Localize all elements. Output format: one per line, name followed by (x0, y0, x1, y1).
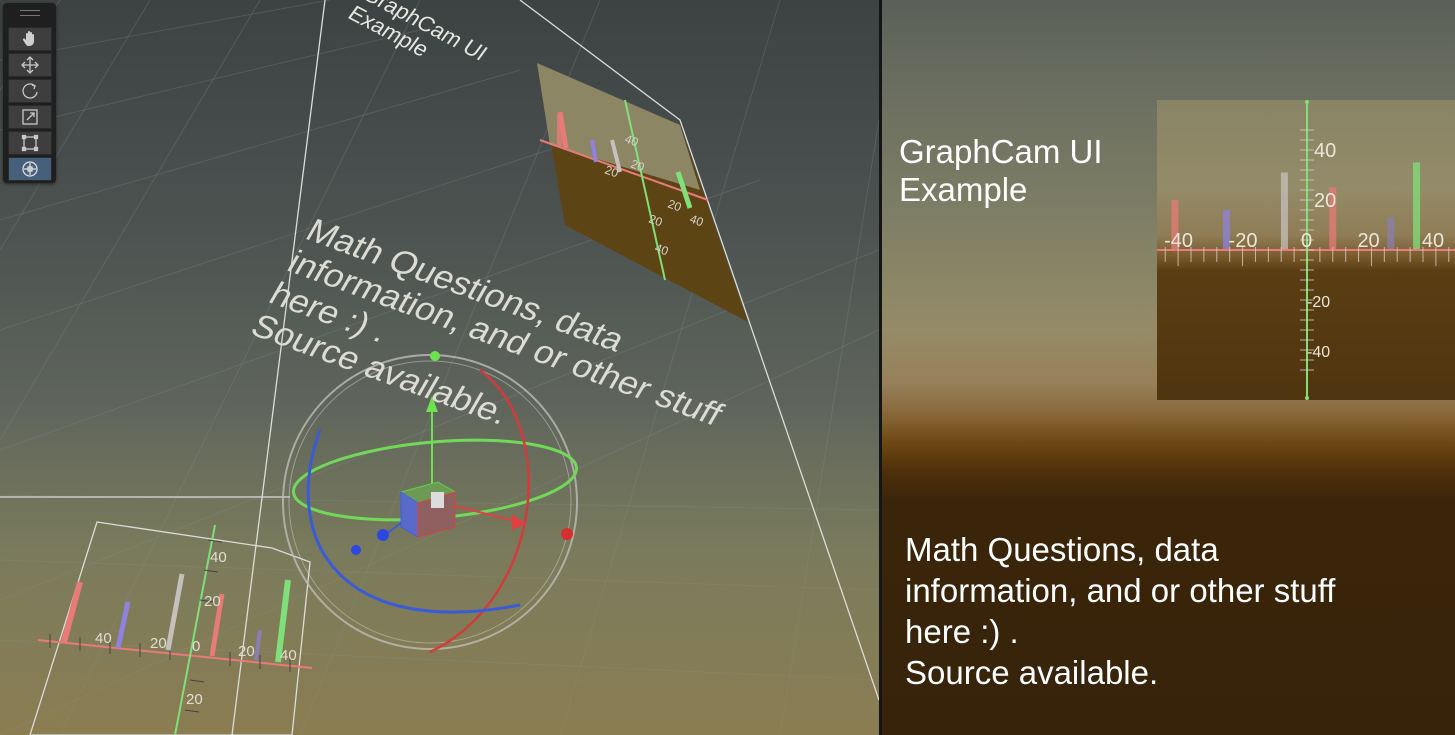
world-graph-tick: 20 (204, 593, 221, 610)
game-view: GraphCam UI Example -40 -20 0 20 40 40 20 -20 -4… (882, 0, 1455, 735)
hand-tool-button[interactable] (8, 27, 52, 51)
scene-view[interactable]: 40 20 20 20 40 20 40 40 20 40 20 0 20 40… (0, 0, 879, 735)
y-tick-label: 20 (1314, 190, 1336, 212)
world-graph-tick: 40 (95, 630, 112, 647)
chart-bar (1413, 162, 1421, 250)
world-graph-tick: 0 (192, 638, 200, 655)
y-tick-label: -40 (1307, 344, 1330, 361)
x-tick-label: 40 (1422, 230, 1444, 252)
move-arrows-icon (21, 56, 39, 74)
chart-bar (1387, 217, 1395, 250)
world-graph-tick: 20 (238, 643, 255, 660)
rect-tool-button[interactable] (8, 131, 52, 155)
graph-panel: -40 -20 0 20 40 40 20 -20 -40 (1157, 100, 1455, 400)
tool-palette (3, 3, 56, 183)
palette-grip-icon[interactable] (20, 10, 40, 16)
y-axis-cap (1305, 396, 1309, 400)
x-tick-label: -40 (1164, 230, 1193, 252)
bar-chart: -40 -20 0 20 404020-20-40 (1157, 100, 1455, 400)
transform-tool-button[interactable] (8, 157, 52, 181)
x-tick-label: 0 (1301, 230, 1312, 252)
scale-icon (22, 109, 38, 125)
move-tool-button[interactable] (8, 53, 52, 77)
transform-icon (22, 161, 38, 177)
game-title-text: GraphCam UI Example (899, 133, 1103, 208)
world-graph-panel: 40 20 20 20 40 20 40 (537, 63, 748, 322)
world-graph-tick: 40 (280, 647, 297, 664)
rect-transform-icon (21, 134, 39, 152)
scale-tool-button[interactable] (8, 105, 52, 129)
y-axis-cap (1305, 100, 1309, 104)
world-graph-tick: 20 (150, 635, 167, 652)
rotate-icon (22, 83, 38, 99)
chart-bar (1280, 172, 1288, 250)
y-tick-label: 40 (1314, 140, 1336, 162)
world-graph-tick: 20 (186, 691, 203, 708)
rotate-tool-button[interactable] (8, 79, 52, 103)
game-body-text: Math Questions, data information, and or… (905, 531, 1336, 691)
world-graph-tick: 40 (210, 549, 227, 566)
x-tick-label: -20 (1229, 230, 1258, 252)
hand-icon (22, 31, 34, 46)
x-tick-label: 20 (1357, 230, 1379, 252)
world-graph-lower: 40 20 40 20 0 20 40 20 (37, 524, 313, 735)
y-tick-label: -20 (1307, 294, 1330, 311)
